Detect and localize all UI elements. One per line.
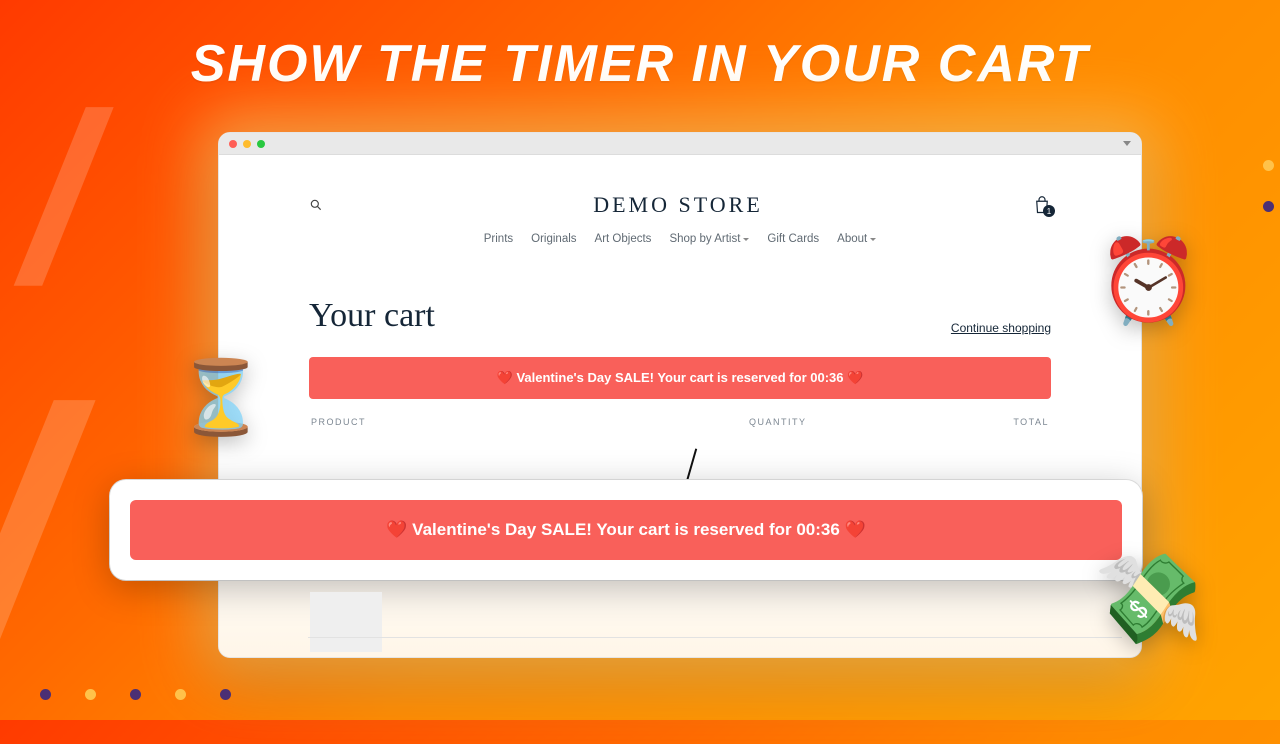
bg-decoration-slash: / (0, 330, 114, 744)
cart-title: Your cart (309, 297, 435, 335)
store-brand[interactable]: DEMO STORE (593, 192, 763, 218)
nav-label: Originals (531, 233, 576, 245)
nav-label: About (837, 233, 867, 245)
cart-timer-banner: ❤️ Valentine's Day SALE! Your cart is re… (309, 357, 1051, 399)
dot-icon (175, 689, 186, 700)
bg-decoration-slash: / (1, 60, 126, 336)
chevron-down-icon (870, 238, 876, 241)
dot-icon (1263, 201, 1274, 212)
column-product: PRODUCT (311, 417, 749, 427)
window-close-dot[interactable] (229, 140, 237, 148)
nav-art-objects[interactable]: Art Objects (595, 233, 652, 245)
column-quantity: QUANTITY (749, 417, 949, 427)
zoom-callout: ❤️ Valentine's Day SALE! Your cart is re… (110, 480, 1142, 580)
nav-label: Gift Cards (767, 233, 819, 245)
nav-label: Prints (484, 233, 513, 245)
nav-label: Shop by Artist (669, 233, 740, 245)
decoration-dots-bottom (40, 689, 231, 700)
dot-icon (85, 689, 96, 700)
nav-gift-cards[interactable]: Gift Cards (767, 233, 819, 245)
dot-icon (1263, 160, 1274, 171)
continue-shopping-link[interactable]: Continue shopping (951, 321, 1051, 335)
chevron-down-icon (743, 238, 749, 241)
nav-about[interactable]: About (837, 233, 876, 245)
dot-icon (220, 689, 231, 700)
search-icon[interactable] (309, 198, 323, 212)
page-headline: SHOW THE TIMER IN YOUR CART (0, 0, 1280, 94)
cart-header-row: Your cart Continue shopping (309, 297, 1051, 335)
dot-icon (40, 689, 51, 700)
store-header: DEMO STORE 1 (309, 187, 1051, 223)
cart-table-header: PRODUCT QUANTITY TOTAL (309, 417, 1051, 427)
nav-shop-by-artist[interactable]: Shop by Artist (669, 233, 749, 245)
browser-titlebar (219, 133, 1141, 155)
dot-icon (130, 689, 141, 700)
nav-originals[interactable]: Originals (531, 233, 576, 245)
cart-timer-banner-zoomed: ❤️ Valentine's Day SALE! Your cart is re… (130, 500, 1122, 560)
cart-count-badge: 1 (1043, 205, 1055, 217)
divider-line (308, 637, 1122, 638)
nav-prints[interactable]: Prints (484, 233, 513, 245)
window-maximize-dot[interactable] (257, 140, 265, 148)
main-nav: Prints Originals Art Objects Shop by Art… (309, 233, 1051, 245)
chevron-down-icon[interactable] (1123, 141, 1131, 146)
store-page: DEMO STORE 1 Prints Originals Art Object… (219, 155, 1141, 657)
decoration-dots-right (1263, 160, 1274, 212)
column-total: TOTAL (949, 417, 1049, 427)
cart-icon[interactable]: 1 (1033, 195, 1051, 215)
window-minimize-dot[interactable] (243, 140, 251, 148)
nav-label: Art Objects (595, 233, 652, 245)
